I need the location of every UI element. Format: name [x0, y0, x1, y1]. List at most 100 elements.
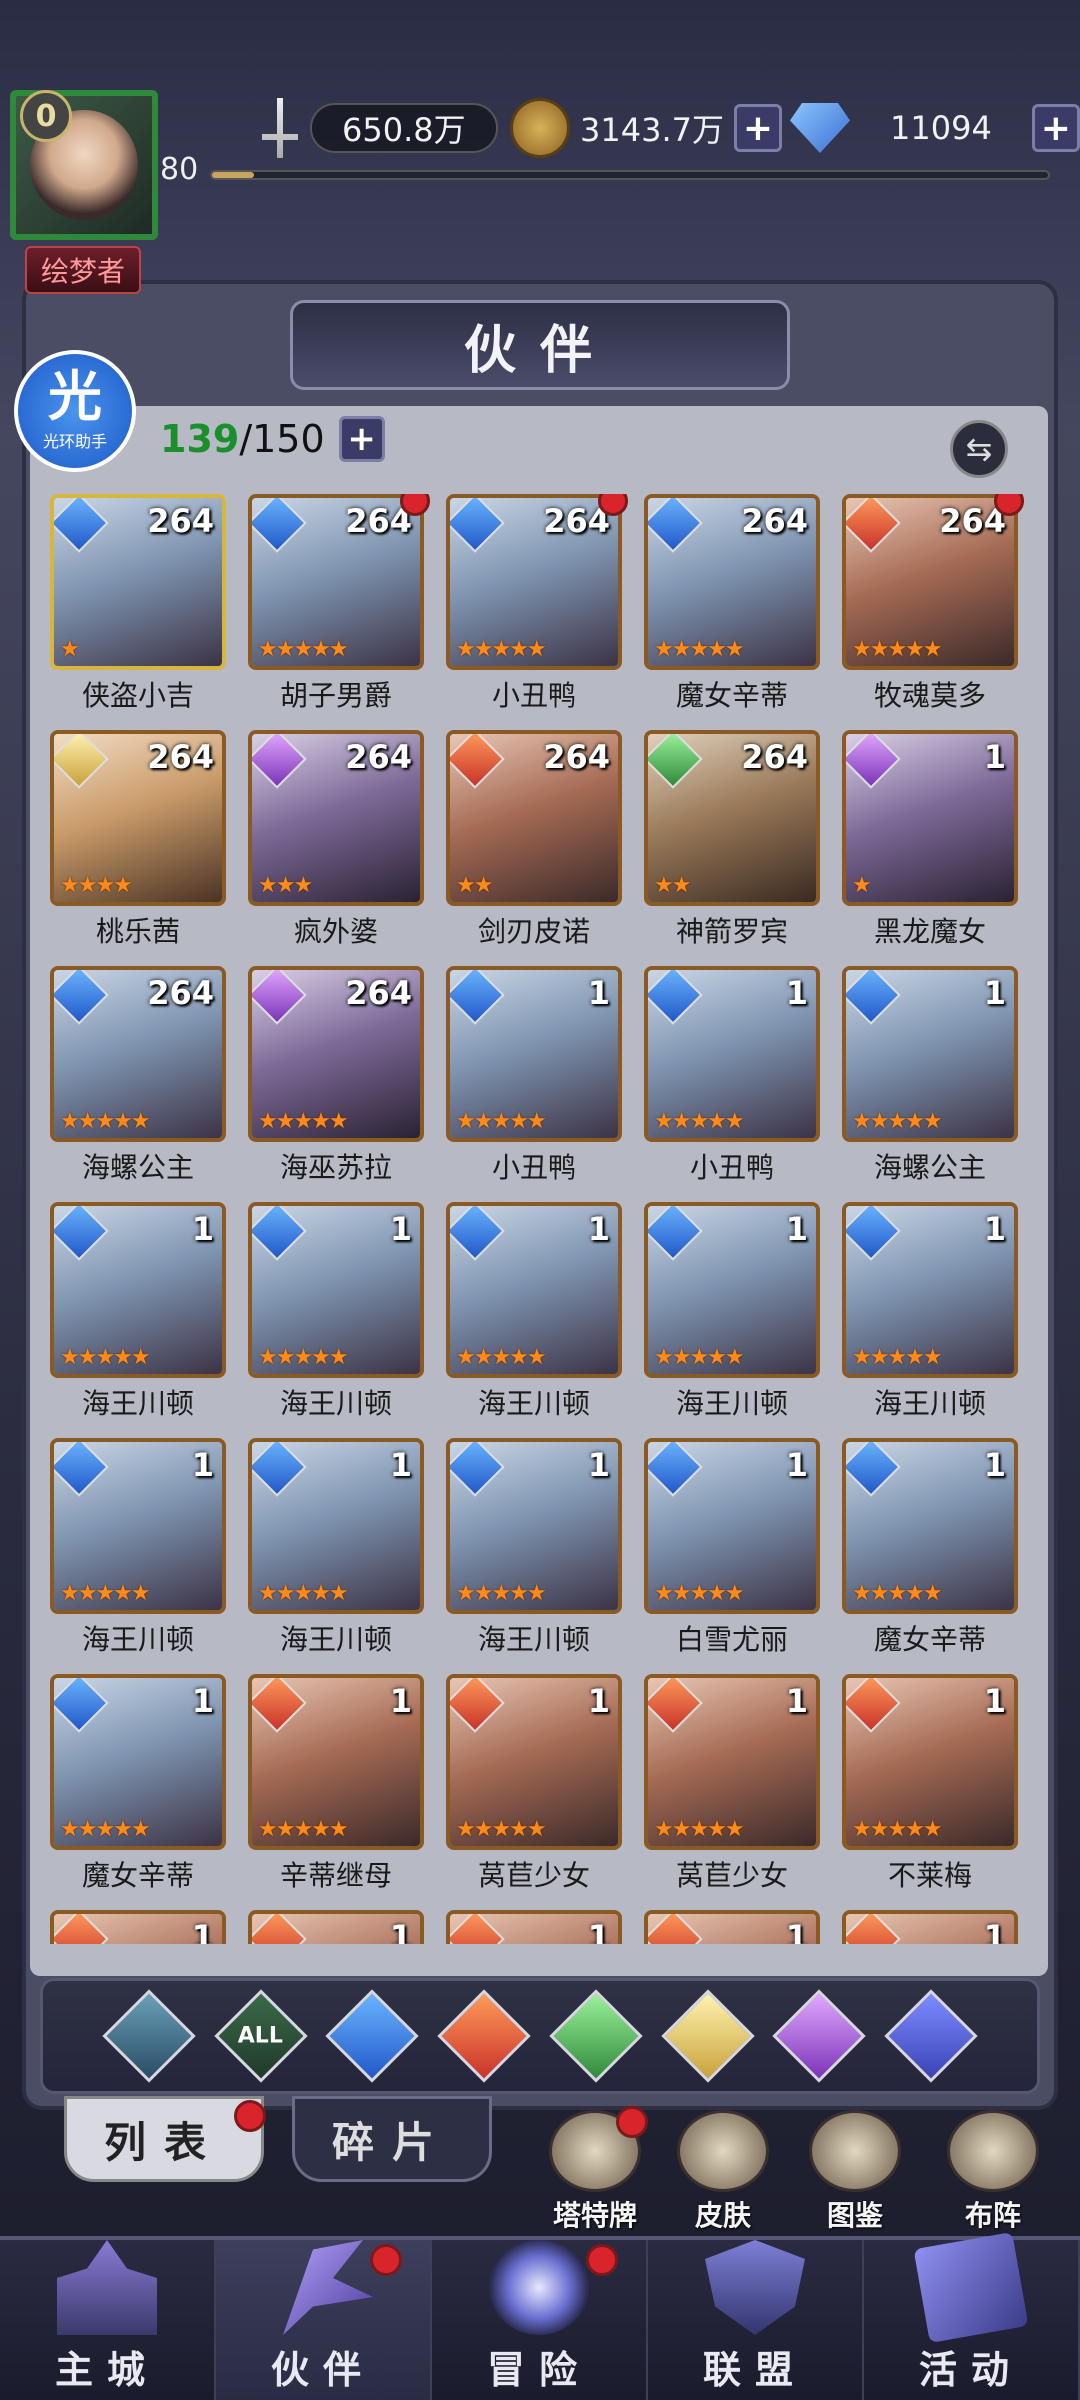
partner-portrait: 1 ★★★★★ — [50, 1674, 226, 1850]
partner-name: 疯外婆 — [293, 915, 378, 948]
partner-card[interactable]: 1 ★★★★★ 不莱梅 — [842, 1674, 1018, 1910]
partner-stars: ★★ — [654, 873, 691, 898]
partner-card[interactable]: 1 ★★★★★ 海王川顿 — [50, 1438, 226, 1674]
add-gold-button[interactable]: + — [733, 104, 782, 152]
partner-portrait: 264 ★ — [50, 494, 226, 670]
filter-dark-icon[interactable] — [772, 1989, 867, 2083]
partner-card[interactable]: 1 ★★★★★ 海王川顿 — [50, 1202, 226, 1438]
partner-level: 1 — [983, 738, 1006, 776]
filter-water-icon[interactable] — [325, 1989, 420, 2083]
partner-portrait: 1 ★★★★★ — [446, 1438, 622, 1614]
partner-card[interactable]: 1 ★★★★★ 海王川顿 — [644, 1202, 820, 1438]
partner-card[interactable]: 264 ★★ 神箭罗宾 — [644, 730, 820, 966]
codex-label: 图鉴 — [826, 2199, 883, 2232]
player-title-badge[interactable]: 绘梦者 — [25, 246, 141, 294]
filter-earth-icon[interactable] — [102, 1989, 196, 2083]
partner-portrait: 264 ★★★★★ — [248, 966, 424, 1142]
partner-card[interactable]: 1 ★★★★★ 海王川顿 — [248, 1202, 424, 1438]
partner-portrait: 1 — [842, 1910, 1018, 1944]
partner-card[interactable]: 264 ★★ 剑刃皮诺 — [446, 730, 622, 966]
partner-card[interactable]: 1 ★★★★★ 海王川顿 — [446, 1438, 622, 1674]
partner-card[interactable]: 264 ★ 侠盗小吉 — [50, 494, 226, 730]
partner-card[interactable]: 264 ★★★★★ 海巫苏拉 — [248, 966, 424, 1202]
partner-card[interactable]: 1 ★★★★★ 魔女辛蒂 — [50, 1674, 226, 1910]
partner-card[interactable]: 1 — [446, 1910, 622, 1944]
partner-card[interactable]: 1 ★★★★★ 白雪尤丽 — [644, 1438, 820, 1674]
partner-level: 264 — [147, 974, 214, 1012]
nav-partners[interactable]: 伙伴 — [216, 2240, 432, 2400]
partner-card[interactable]: 1 — [644, 1910, 820, 1944]
filter-all-icon[interactable]: ALL — [213, 1989, 308, 2083]
nav-main-city[interactable]: 主城 — [0, 2240, 216, 2400]
filter-space-icon[interactable] — [884, 1989, 978, 2083]
partner-portrait: 1 ★★★★★ — [50, 1438, 226, 1614]
partner-name: 剑刃皮诺 — [477, 915, 590, 948]
nav-events[interactable]: 活动 — [864, 2232, 1080, 2400]
filter-fire-icon[interactable] — [437, 1989, 531, 2083]
partner-card[interactable]: 1 ★★★★★ 辛蒂继母 — [248, 1674, 424, 1910]
partner-card[interactable]: 1 ★ 黑龙魔女 — [842, 730, 1018, 966]
partner-stars: ★★★★★ — [456, 1581, 547, 1606]
partner-portrait: 264 ★★★★★ — [50, 966, 226, 1142]
partner-portrait: 1 ★★★★★ — [446, 1202, 622, 1378]
partner-portrait: 264 ★★★★ — [50, 730, 226, 906]
partner-card[interactable]: 1 ★★★★★ 海螺公主 — [842, 966, 1018, 1202]
partner-name: 莴苣少女 — [477, 1859, 590, 1892]
nav-adventure[interactable]: 冒险 — [432, 2240, 648, 2400]
add-gems-button[interactable]: + — [1031, 104, 1080, 152]
partner-level: 1 — [191, 1682, 214, 1720]
partner-stars: ★★★★★ — [456, 637, 547, 662]
partner-card[interactable]: 1 ★★★★★ 魔女辛蒂 — [842, 1438, 1018, 1674]
filter-light-icon[interactable] — [660, 1989, 755, 2083]
partner-portrait: 1 ★★★★★ — [644, 966, 820, 1142]
witch-hat-icon — [283, 2240, 373, 2335]
partner-level: 1 — [587, 1446, 610, 1484]
partner-card[interactable]: 1 — [842, 1910, 1018, 1944]
partner-stars: ★★★★★ — [654, 1817, 745, 1842]
partner-card[interactable]: 1 — [50, 1910, 226, 1944]
partner-name: 海王川顿 — [675, 1387, 788, 1420]
partner-level: 1 — [587, 1918, 610, 1944]
codex-button[interactable]: 图鉴 — [800, 2110, 910, 2232]
partner-card[interactable]: 264 ★★★★★ 胡子男爵 — [248, 494, 430, 730]
partner-stars: ★★★★★ — [654, 1345, 745, 1370]
partner-portrait: 1 ★★★★★ — [248, 1202, 424, 1378]
partner-card[interactable]: 1 ★★★★★ 小丑鸭 — [644, 966, 820, 1202]
skin-label: 皮肤 — [694, 2199, 751, 2232]
partner-card[interactable]: 264 ★★★★ 桃乐茜 — [50, 730, 226, 966]
nav-alliance[interactable]: 联盟 — [648, 2240, 864, 2400]
partner-card[interactable]: 264 ★★★★★ 魔女辛蒂 — [644, 494, 820, 730]
partner-name: 胡子男爵 — [279, 679, 392, 712]
player-level-badge: 0 — [20, 90, 72, 142]
partner-card[interactable]: 264 ★★★★★ 牧魂莫多 — [842, 494, 1024, 730]
partner-card[interactable]: 1 ★★★★★ 莴苣少女 — [446, 1674, 622, 1910]
partner-card[interactable]: 264 ★★★★★ 海螺公主 — [50, 966, 226, 1202]
partner-level: 1 — [587, 1682, 610, 1720]
partner-card[interactable]: 1 ★★★★★ 莴苣少女 — [644, 1674, 820, 1910]
expand-capacity-button[interactable]: + — [338, 416, 385, 462]
skin-icon — [677, 2110, 769, 2192]
partner-card[interactable]: 1 ★★★★★ 海王川顿 — [446, 1202, 622, 1438]
partner-card[interactable]: 1 ★★★★★ 海王川顿 — [842, 1202, 1018, 1438]
assistant-button[interactable]: 光 光环助手 — [14, 350, 136, 472]
nav-alliance-label: 联盟 — [702, 2348, 807, 2392]
partner-stars: ★★★★★ — [60, 1581, 151, 1606]
partner-card[interactable]: 1 ★★★★★ 海王川顿 — [248, 1438, 424, 1674]
partner-level: 264 — [741, 738, 808, 776]
partner-stars: ★★★★★ — [852, 1817, 943, 1842]
partner-card[interactable]: 264 ★★★ 疯外婆 — [248, 730, 424, 966]
formation-button[interactable]: 布阵 — [938, 2110, 1048, 2232]
tab-fragments[interactable]: 碎片 — [292, 2096, 492, 2182]
partner-card[interactable]: 1 ★★★★★ 小丑鸭 — [446, 966, 622, 1202]
partner-name: 辛蒂继母 — [279, 1859, 392, 1892]
tab-list[interactable]: 列表 — [64, 2096, 264, 2182]
nav-adventure-notification-dot — [586, 2244, 618, 2276]
skin-button[interactable]: 皮肤 — [668, 2110, 778, 2232]
partner-level: 1 — [587, 1210, 610, 1248]
assistant-label: 光环助手 — [42, 432, 107, 451]
partner-card[interactable]: 1 — [248, 1910, 424, 1944]
filter-wind-icon[interactable] — [549, 1989, 643, 2083]
sort-toggle-button[interactable]: ⇆ — [950, 420, 1008, 478]
partner-portrait: 1 ★★★★★ — [50, 1202, 226, 1378]
partner-card[interactable]: 264 ★★★★★ 小丑鸭 — [446, 494, 628, 730]
